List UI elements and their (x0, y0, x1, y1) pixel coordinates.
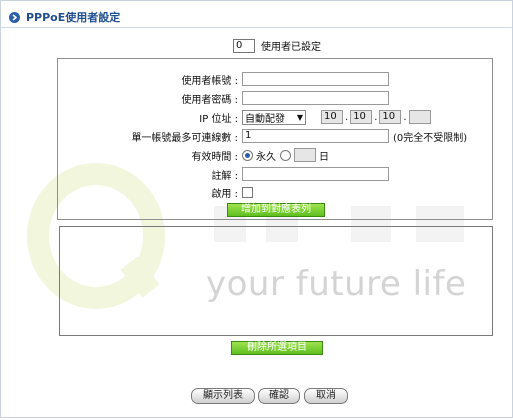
main-frame: your future life PPPoE使用者設定 0 使用者已設定 使用者… (0, 0, 513, 418)
note-row: 註解 : (58, 166, 492, 182)
counter-label: 使用者已設定 (261, 42, 321, 53)
arrow-right-icon (9, 11, 20, 23)
account-label: 使用者帳號 : (181, 75, 238, 87)
ip-dot: . (403, 111, 407, 123)
max-conn-row: 單一帳號最多可連線數 : 1 (0完全不受限制) (58, 128, 492, 144)
ip-mode-select[interactable]: 自動配發 ▼ (242, 109, 306, 125)
add-to-list-button[interactable]: 增加到對應表列 (227, 203, 325, 217)
delete-selected-button[interactable]: 刪除所選項目 (231, 341, 323, 355)
cancel-button[interactable]: 取消 (304, 388, 348, 404)
ip-label: IP 位址 : (199, 113, 238, 125)
validity-forever-radio[interactable] (242, 149, 253, 161)
max-conn-input[interactable]: 1 (242, 129, 389, 143)
header-divider (1, 27, 512, 28)
validity-row: 有效時間 : 永久 日 (58, 147, 492, 163)
show-list-button[interactable]: 顯示列表 (191, 388, 255, 404)
validity-days-input[interactable] (294, 148, 316, 162)
max-conn-label: 單一帳號最多可連線數 : (131, 132, 238, 144)
enable-label: 啟用 : (211, 188, 238, 200)
ip-octet-2[interactable]: 10 (350, 110, 373, 124)
max-conn-hint: (0完全不受限制) (393, 132, 468, 144)
confirm-button[interactable]: 確認 (258, 388, 300, 404)
validity-days-unit: 日 (319, 151, 329, 163)
chevron-down-icon: ▼ (296, 112, 304, 122)
account-row: 使用者帳號 : (58, 71, 492, 87)
settings-form: 使用者帳號 : 使用者密碼 : IP 位址 : 自動配發 ▼ 10 . 10 .… (57, 58, 493, 220)
ip-row: IP 位址 : 自動配發 ▼ 10 . 10 . 10 . (58, 109, 492, 125)
page-title: PPPoE使用者設定 (26, 11, 121, 24)
enable-checkbox[interactable] (242, 186, 253, 198)
ip-octet-1[interactable]: 10 (321, 110, 343, 124)
password-label: 使用者密碼 : (181, 94, 238, 106)
account-input[interactable] (242, 72, 389, 86)
note-input[interactable] (242, 167, 389, 181)
password-input[interactable] (242, 91, 389, 105)
validity-days-radio[interactable] (280, 149, 291, 161)
counter-value: 0 (233, 38, 255, 53)
enable-row: 啟用 : (58, 184, 492, 200)
user-list[interactable] (59, 226, 493, 336)
user-counter: 0 使用者已設定 (233, 38, 321, 53)
page-header: PPPoE使用者設定 (9, 9, 120, 25)
ip-octet-3[interactable]: 10 (379, 110, 402, 124)
password-row: 使用者密碼 : (58, 90, 492, 106)
ip-mode-value: 自動配發 (245, 113, 285, 125)
validity-label: 有效時間 : (191, 151, 238, 163)
validity-forever-label: 永久 (256, 151, 276, 163)
ip-dot: . (374, 111, 378, 123)
ip-dot: . (345, 111, 349, 123)
ip-octet-4[interactable] (408, 110, 431, 124)
note-label: 註解 : (211, 170, 238, 182)
